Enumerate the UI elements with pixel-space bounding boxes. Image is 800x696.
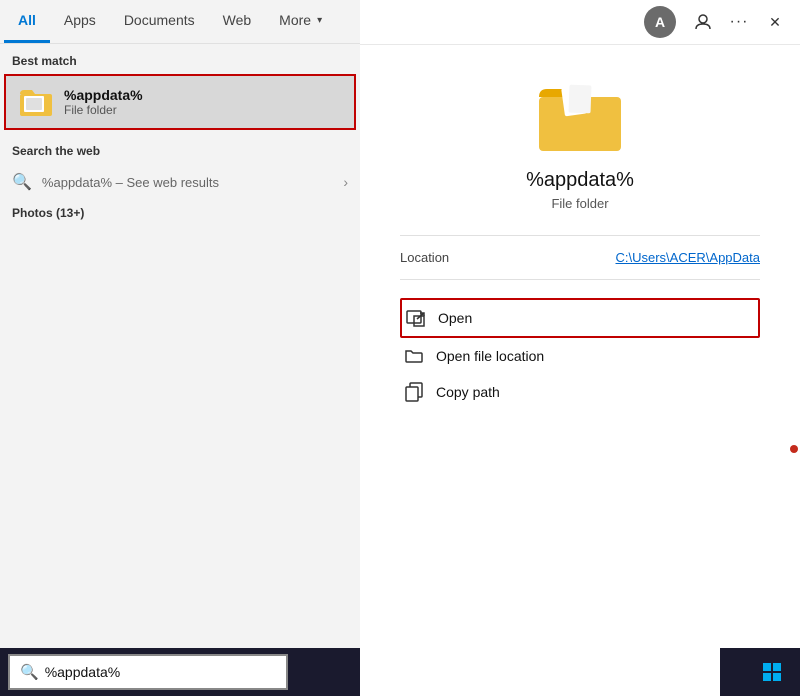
more-options-button[interactable]: ··· xyxy=(722,6,756,38)
folder-svg-icon xyxy=(404,346,424,366)
tab-web[interactable]: Web xyxy=(209,0,266,43)
detail-location-row: Location C:\Users\ACER\AppData xyxy=(400,250,760,265)
open-icon xyxy=(406,308,426,328)
bottom-bar: 🔍 xyxy=(0,648,360,696)
photos-label: Photos (13+) xyxy=(0,200,360,224)
search-icon-bar: 🔍 xyxy=(20,663,39,681)
copy-svg-icon xyxy=(404,382,424,402)
taskbar-search-icon[interactable] xyxy=(795,653,800,691)
open-label: Open xyxy=(438,310,472,326)
open-file-location-label: Open file location xyxy=(436,348,544,364)
chevron-right-icon: › xyxy=(343,174,348,190)
detail-divider xyxy=(400,235,760,236)
search-input[interactable] xyxy=(45,664,276,680)
copy-icon xyxy=(404,382,424,402)
web-search-text: %appdata% – See web results xyxy=(42,175,333,190)
location-value[interactable]: C:\Users\ACER\AppData xyxy=(616,250,761,265)
close-button[interactable]: ✕ xyxy=(758,6,792,38)
copy-path-action[interactable]: Copy path xyxy=(400,374,760,410)
action-list: Open Open file location xyxy=(400,298,760,410)
detail-panel: A ··· ✕ %appdata% File folder Loc xyxy=(360,0,800,696)
open-file-location-action[interactable]: Open file location xyxy=(400,338,760,374)
location-label: Location xyxy=(400,250,449,265)
best-match-item[interactable]: %appdata% File folder xyxy=(4,74,356,130)
detail-name: %appdata% xyxy=(526,169,634,192)
taskbar: 🛍 xyxy=(720,648,800,696)
search-icon: 🔍 xyxy=(12,172,32,192)
web-search-label: Search the web xyxy=(0,134,360,164)
web-search-item[interactable]: 🔍 %appdata% – See web results › xyxy=(0,164,360,200)
tabs-bar: All Apps Documents Web More ▾ xyxy=(0,0,360,44)
chevron-down-icon: ▾ xyxy=(317,15,322,26)
people-button[interactable] xyxy=(686,6,720,38)
best-match-label: Best match xyxy=(0,44,360,74)
tab-all[interactable]: All xyxy=(4,0,50,43)
copy-path-label: Copy path xyxy=(436,384,500,400)
open-svg-icon xyxy=(406,308,426,328)
taskbar-windows-icon[interactable] xyxy=(753,653,791,691)
search-input-bar[interactable]: 🔍 xyxy=(8,654,288,690)
detail-divider-2 xyxy=(400,279,760,280)
best-match-text: %appdata% File folder xyxy=(64,87,143,117)
detail-type: File folder xyxy=(551,196,608,211)
folder-open-icon xyxy=(404,346,424,366)
search-panel: All Apps Documents Web More ▾ Best match… xyxy=(0,0,360,696)
red-dot-indicator xyxy=(790,445,798,453)
dots-icon: ··· xyxy=(730,13,749,31)
windows-logo-icon xyxy=(762,662,782,682)
detail-content: %appdata% File folder Location C:\Users\… xyxy=(360,44,800,696)
spacer xyxy=(0,224,360,696)
avatar-button[interactable]: A xyxy=(644,6,676,38)
open-action[interactable]: Open xyxy=(400,298,760,338)
folder-icon-large xyxy=(535,75,625,155)
folder-icon-small xyxy=(18,84,54,120)
tab-documents[interactable]: Documents xyxy=(110,0,209,43)
tab-apps[interactable]: Apps xyxy=(50,0,110,43)
close-icon: ✕ xyxy=(769,14,781,31)
window-controls: A ··· ✕ xyxy=(360,0,800,44)
tab-more[interactable]: More ▾ xyxy=(265,0,336,43)
people-icon xyxy=(694,13,712,31)
